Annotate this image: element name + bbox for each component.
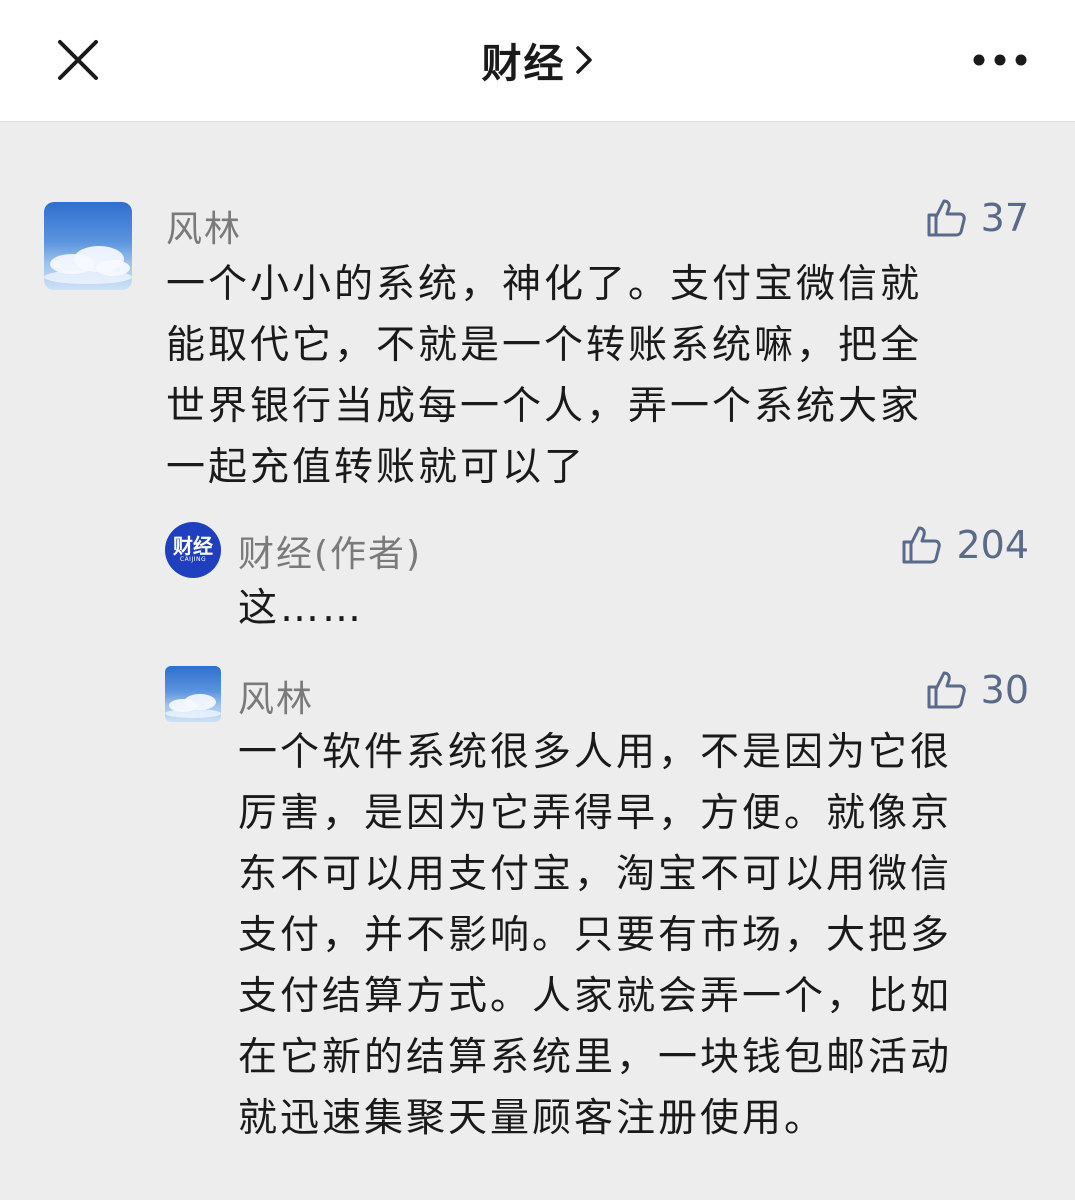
comment-line: 一起充值转账就可以了 [166,445,587,490]
reply-line: 就迅速集聚天量顾客注册使用。 [238,1096,827,1141]
more-button[interactable] [965,40,1035,80]
page-title: 财经 [481,41,566,87]
comment-line: 能取代它，不就是一个转账系统嘛，把全 [166,323,923,368]
like-button[interactable]: 37 [925,196,1029,240]
thumbs-up-icon [927,199,966,237]
reply-author[interactable]: 财经(作者) [238,525,422,577]
avatar[interactable] [165,666,221,722]
avatar[interactable] [44,202,132,290]
comment-line: 世界银行当成每一个人，弄一个系统大家 [166,384,923,429]
reply-line: 一个软件系统很多人用，不是因为它很 [238,730,953,775]
reply-text: 一个软件系统很多人用，不是因为它很 厉害，是因为它弄得早，方便。就像京 东不可以… [238,722,1048,1149]
reply-line: 厉害，是因为它弄得早，方便。就像京 [238,791,953,836]
like-count: 204 [956,523,1029,567]
like-count: 37 [980,196,1029,240]
like-button[interactable]: 30 [925,668,1029,712]
comment-author[interactable]: 风林 [166,200,242,252]
reply-item: 风林 30 一个软件系统很多人用，不是因为它很 厉害，是因为它弄得早，方便。就像… [0,660,1075,1160]
thumbs-up-icon [927,671,966,709]
reply-author[interactable]: 风林 [238,670,314,722]
comment-item: 风林 37 一个小小的系统，神化了。支付宝微信就 能取代它，不就是一个转账系统嘛… [0,190,1075,500]
comment-text: 一个小小的系统，神化了。支付宝微信就 能取代它，不就是一个转账系统嘛，把全 世界… [166,254,1046,498]
more-icon [973,54,1027,66]
page-title-link[interactable]: 财经 [0,30,1075,90]
like-count: 30 [980,668,1029,712]
logo-subtext: CAIJING [179,556,207,563]
reply-text: 这…… [238,578,1038,639]
reply-line: 支付，并不影响。只要有市场，大把多 [238,913,953,958]
thumbs-up-icon [902,526,942,564]
comment-line: 一个小小的系统，神化了。支付宝微信就 [166,262,923,307]
logo-text: 财经 [173,534,213,558]
reply-line: 这…… [238,586,365,631]
chevron-right-icon [575,46,592,74]
reply-line: 支付结算方式。人家就会弄一个，比如 [238,974,953,1019]
reply-line: 东不可以用支付宝，淘宝不可以用微信 [238,852,953,897]
top-bar: 财经 [0,0,1075,122]
author-logo-avatar[interactable]: 财经 CAIJING [165,522,221,578]
reply-item: 财经 CAIJING 财经(作者) 204 这…… [0,515,1075,645]
reply-line: 在它新的结算系统里，一块钱包邮活动 [238,1035,953,1080]
like-button[interactable]: 204 [900,523,1029,567]
